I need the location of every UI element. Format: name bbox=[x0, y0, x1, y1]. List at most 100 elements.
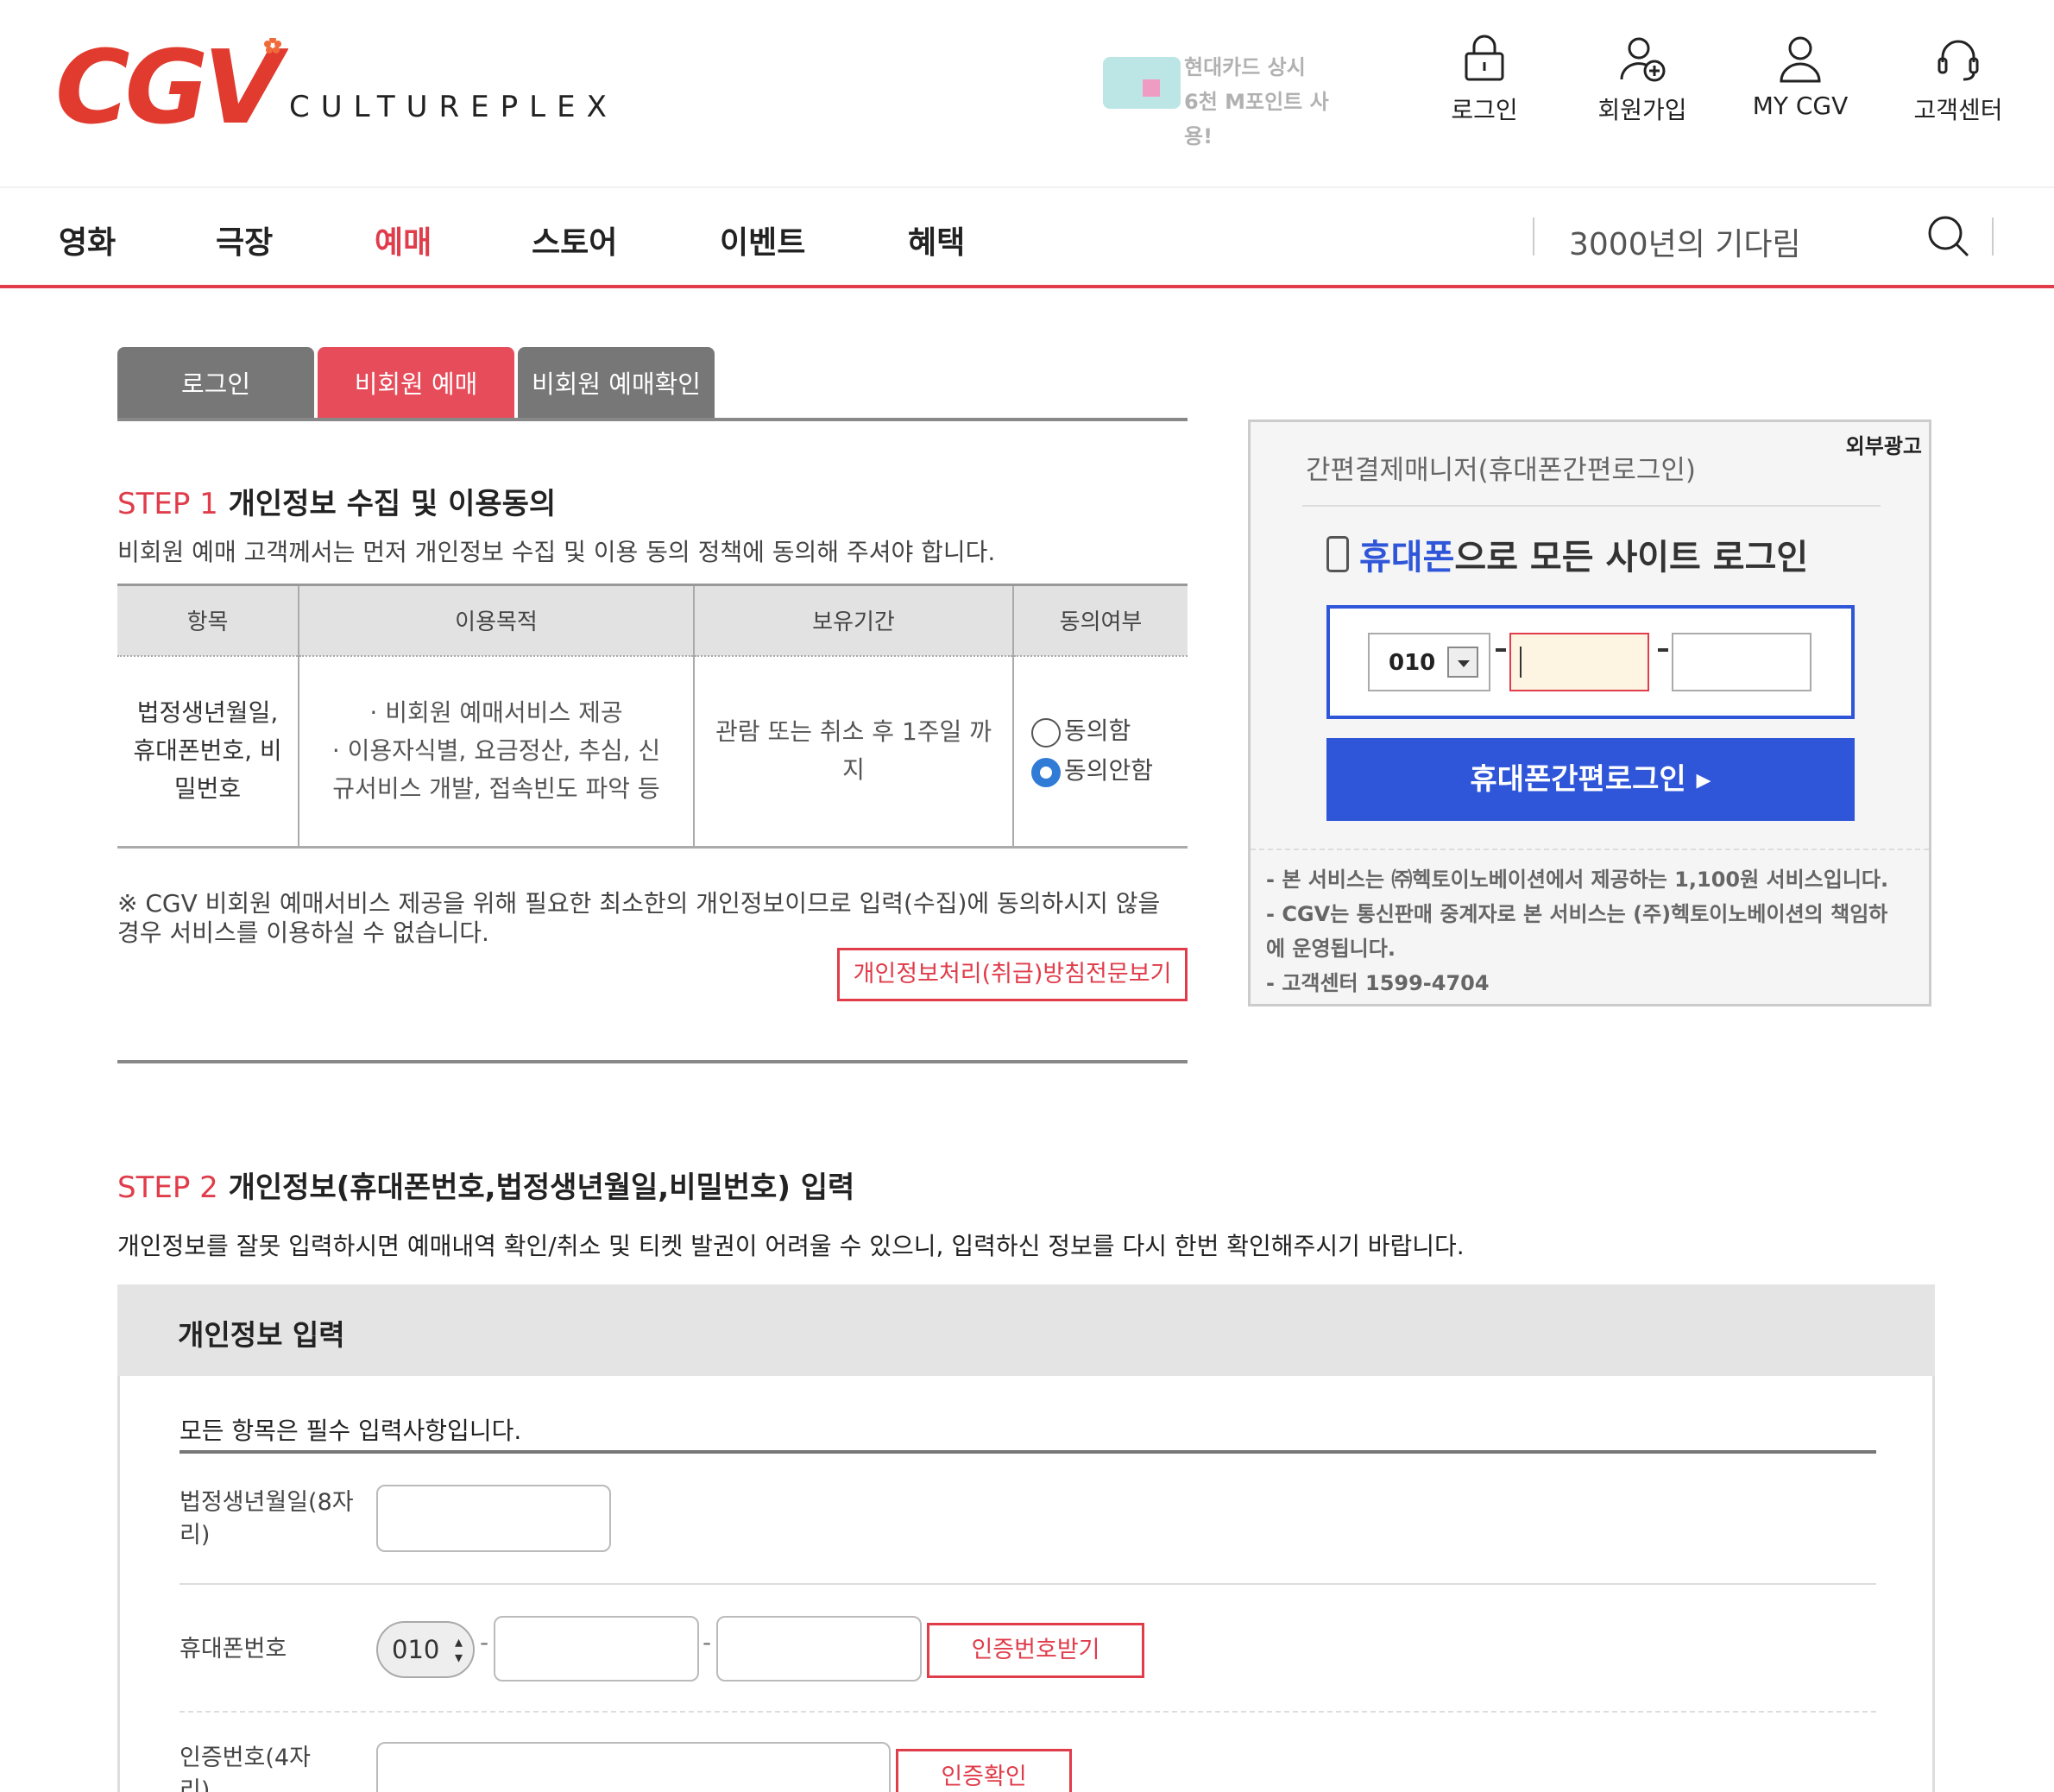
table-cell-period: 관람 또는 취소 후 1주일 까지 bbox=[693, 655, 1013, 849]
table-header: 항목 bbox=[117, 584, 299, 657]
user-icon bbox=[1780, 36, 1821, 83]
phone-icon bbox=[1326, 536, 1349, 572]
nav-underline bbox=[0, 285, 2054, 288]
search-icon[interactable] bbox=[1926, 214, 1971, 259]
ad-phone-prefix-select[interactable]: 010 bbox=[1368, 633, 1490, 691]
tab-login[interactable]: 로그인 bbox=[117, 347, 314, 420]
promo-line-2: 6천 M포인트 사용! bbox=[1184, 90, 1329, 148]
step2-description: 개인정보를 잘못 입력하시면 예매내역 확인/취소 및 티켓 발권이 어려울 수… bbox=[117, 1232, 1465, 1260]
purpose-line-2: · 이용자식별, 요금정산, 추심, 신규서비스 개발, 접속빈도 파악 등 bbox=[331, 736, 661, 804]
radio-agree[interactable]: 동의함 bbox=[1031, 711, 1170, 751]
divider bbox=[180, 1450, 1876, 1454]
divider bbox=[1251, 849, 1929, 850]
util-login[interactable]: 로그인 bbox=[1415, 35, 1553, 126]
form-title: 개인정보 입력 bbox=[178, 1318, 345, 1352]
divider bbox=[1302, 505, 1881, 507]
nav-store[interactable]: 스토어 bbox=[532, 218, 617, 262]
table-cell-item: 법정생년월일, 휴대폰번호, 비밀번호 bbox=[117, 655, 299, 849]
ad-foot-line: - CGV는 통신판매 중계자로 본 서비스는 (주)헥토이노베이션의 책임하에… bbox=[1266, 902, 1888, 961]
purpose-line-1: · 비회원 예매서비스 제공 bbox=[369, 698, 623, 728]
phone-prefix-select[interactable]: 010 ▴ ▾ bbox=[376, 1621, 475, 1678]
dropdown-arrow-icon[interactable] bbox=[1447, 647, 1478, 678]
lock-icon bbox=[1465, 35, 1504, 81]
form-required-note: 모든 항목은 필수 입력사항입니다. bbox=[180, 1417, 522, 1445]
request-auth-code-button[interactable]: 인증번호받기 bbox=[927, 1623, 1144, 1678]
util-mycgv-label: MY CGV bbox=[1752, 91, 1849, 120]
ad-phone-middle-input[interactable] bbox=[1509, 633, 1649, 691]
table-cell-purpose: · 비회원 예매서비스 제공 · 이용자식별, 요금정산, 추심, 신규서비스 … bbox=[298, 655, 694, 849]
nav-theater[interactable]: 극장 bbox=[216, 218, 273, 262]
radio-disagree-label: 동의안함 bbox=[1064, 756, 1154, 786]
radio-agree-label: 동의함 bbox=[1064, 716, 1131, 746]
table-header: 이용목적 bbox=[298, 584, 694, 657]
radio-checked-icon[interactable] bbox=[1031, 758, 1061, 788]
divider bbox=[180, 1583, 1876, 1585]
divider bbox=[0, 186, 2054, 188]
card-image bbox=[1103, 57, 1181, 109]
phone-label: 휴대폰번호 bbox=[180, 1636, 287, 1663]
table-header: 동의여부 bbox=[1012, 584, 1188, 657]
ad-main-text: 휴대폰으로 모든 사이트 로그인 bbox=[1359, 529, 1808, 579]
tab-underline bbox=[117, 418, 1188, 421]
nav-movie[interactable]: 영화 bbox=[59, 218, 116, 262]
step2-title-text: 개인정보(휴대폰번호,법정생년월일,비밀번호) 입력 bbox=[228, 1170, 855, 1205]
svg-text:CGV: CGV bbox=[55, 38, 288, 133]
phone-last-input[interactable] bbox=[716, 1616, 922, 1682]
ad-tag: 외부광고 bbox=[1845, 434, 1922, 458]
util-signup[interactable]: 회원가입 bbox=[1573, 35, 1711, 126]
table-cell-consent: 동의함 동의안함 bbox=[1012, 655, 1188, 849]
dash: - bbox=[703, 1628, 712, 1656]
util-mycgv[interactable]: MY CGV bbox=[1731, 35, 1869, 120]
ad-main-rest: 으로 모든 사이트 bbox=[1454, 538, 1713, 577]
consent-table: 항목 이용목적 보유기간 동의여부 법정생년월일, 휴대폰번호, 비밀번호 · … bbox=[117, 584, 1188, 849]
ad-heading: 간편결제매니저(휴대폰간편로그인) bbox=[1306, 455, 1696, 486]
util-customer-label: 고객센터 bbox=[1913, 96, 2003, 124]
headset-icon bbox=[1937, 40, 1979, 81]
confirm-auth-button[interactable]: 인증확인 bbox=[896, 1749, 1072, 1792]
ad-footer: - 본 서비스는 ㈜헥토이노베이션에서 제공하는 1,100원 서비스입니다. … bbox=[1266, 862, 1905, 1000]
dash: - bbox=[480, 1628, 489, 1656]
nav-event[interactable]: 이벤트 bbox=[720, 218, 805, 262]
util-customer-center[interactable]: 고객센터 bbox=[1889, 35, 2027, 126]
form-header: 개인정보 입력 bbox=[117, 1284, 1935, 1376]
util-signup-label: 회원가입 bbox=[1597, 96, 1687, 124]
nav-benefit[interactable]: 혜택 bbox=[908, 218, 965, 262]
birthdate-label: 법정생년월일(8자리) bbox=[180, 1489, 354, 1549]
step1-title: STEP 1 개인정보 수집 및 이용동의 bbox=[117, 480, 556, 522]
divider bbox=[1992, 218, 1994, 256]
consent-notice: ※ CGV 비회원 예매서비스 제공을 위해 필요한 최소한의 개인정보이므로 … bbox=[117, 889, 1161, 947]
table-header: 보유기간 bbox=[693, 584, 1013, 657]
phone-prefix-value: 010 bbox=[392, 1635, 440, 1664]
radio-disagree[interactable]: 동의안함 bbox=[1031, 751, 1170, 791]
ad-phone-last-input[interactable] bbox=[1672, 633, 1811, 691]
step2-number: STEP 2 bbox=[117, 1170, 218, 1205]
step2-title: STEP 2 개인정보(휴대폰번호,법정생년월일,비밀번호) 입력 bbox=[117, 1164, 854, 1206]
auth-code-label: 인증번호(4자리) bbox=[180, 1745, 311, 1792]
ad-foot-line: - 고객센터 1599-4704 bbox=[1266, 971, 1490, 995]
tab-nonmember-booking[interactable]: 비회원 예매 bbox=[318, 347, 514, 420]
ad-main-bold: 로그인 bbox=[1712, 538, 1809, 577]
updown-chevron-icon: ▴ ▾ bbox=[454, 1633, 463, 1667]
nav-booking[interactable]: 예매 bbox=[375, 218, 432, 262]
cgv-logo[interactable]: CGV bbox=[55, 38, 288, 133]
promo-banner[interactable]: 현대카드 상시 6천 M포인트 사용! bbox=[1096, 45, 1355, 148]
ad-phone-input-group: 010 bbox=[1326, 605, 1855, 719]
phone-middle-input[interactable] bbox=[494, 1616, 699, 1682]
ad-foot-line: - 본 서비스는 ㈜헥토이노베이션에서 제공하는 1,100원 서비스입니다. bbox=[1266, 868, 1889, 892]
external-ad: 외부광고 간편결제매니저(휴대폰간편로그인) 휴대폰으로 모든 사이트 로그인 … bbox=[1248, 420, 1931, 1006]
tab-nonmember-check[interactable]: 비회원 예매확인 bbox=[518, 347, 715, 420]
search-input[interactable]: 3000년의 기다림 bbox=[1569, 219, 1801, 264]
dash bbox=[1496, 648, 1506, 652]
user-add-icon bbox=[1620, 37, 1666, 82]
util-login-label: 로그인 bbox=[1451, 96, 1518, 124]
divider bbox=[1533, 218, 1534, 256]
step1-number: STEP 1 bbox=[117, 487, 218, 521]
privacy-policy-button[interactable]: 개인정보처리(취급)방침전문보기 bbox=[837, 948, 1188, 1001]
auth-code-input[interactable] bbox=[376, 1742, 891, 1792]
ad-phone-login-button[interactable]: 휴대폰간편로그인 ▸ bbox=[1326, 738, 1855, 821]
dash bbox=[1658, 648, 1668, 652]
step1-description: 비회원 예매 고객께서는 먼저 개인정보 수집 및 이용 동의 정책에 동의해 … bbox=[117, 538, 996, 566]
step1-title-text: 개인정보 수집 및 이용동의 bbox=[228, 487, 557, 521]
radio-unchecked-icon[interactable] bbox=[1031, 718, 1061, 748]
birthdate-input[interactable] bbox=[376, 1485, 611, 1552]
